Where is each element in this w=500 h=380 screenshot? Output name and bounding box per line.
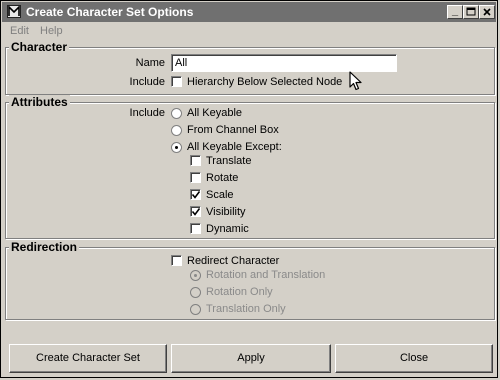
minimize-icon: _ xyxy=(451,5,459,17)
hierarchy-label: Hierarchy Below Selected Node xyxy=(187,76,343,88)
visibility-checkbox[interactable] xyxy=(190,206,201,217)
radio-from-channel-box[interactable] xyxy=(171,125,182,136)
radio-all-keyable-except[interactable] xyxy=(171,142,182,153)
close-icon xyxy=(483,8,491,16)
title-bar[interactable]: Create Character Set Options _ xyxy=(2,2,496,22)
close-button[interactable]: Close xyxy=(335,344,493,373)
dialog-window: Create Character Set Options _ Edit Help… xyxy=(0,0,498,378)
translate-checkbox[interactable] xyxy=(190,155,201,166)
visibility-label: Visibility xyxy=(206,206,246,218)
attributes-group xyxy=(5,102,495,239)
radio-rotation-and-translation[interactable] xyxy=(190,270,201,281)
radio-selected-dot xyxy=(175,146,178,149)
menu-help[interactable]: Help xyxy=(40,25,63,37)
character-heading: Character xyxy=(9,40,70,54)
mouse-cursor-icon xyxy=(349,71,362,91)
name-label: Name xyxy=(135,57,165,69)
scale-label: Scale xyxy=(206,189,234,201)
check-icon xyxy=(192,191,200,199)
menu-edit[interactable]: Edit xyxy=(10,25,29,37)
redirection-heading: Redirection xyxy=(9,240,80,254)
radio-all-keyable[interactable] xyxy=(171,108,182,119)
rotation-only-label: Rotation Only xyxy=(206,286,273,298)
maximize-button[interactable] xyxy=(463,5,479,19)
maximize-icon xyxy=(466,7,476,16)
radio-selected-dot xyxy=(194,274,197,277)
rotation-and-translation-label: Rotation and Translation xyxy=(206,269,326,281)
radio-rotation-only[interactable] xyxy=(190,287,201,298)
dynamic-checkbox[interactable] xyxy=(190,223,201,234)
redirect-character-label: Redirect Character xyxy=(187,255,280,267)
radio-translation-only[interactable] xyxy=(190,304,201,315)
maya-app-icon xyxy=(7,5,21,18)
option-from-channel-box-label: From Channel Box xyxy=(187,124,279,136)
attributes-include-label: Include xyxy=(129,107,165,119)
check-icon xyxy=(192,208,200,216)
redirect-character-checkbox[interactable] xyxy=(171,255,182,266)
close-window-button[interactable] xyxy=(479,5,495,19)
hierarchy-checkbox[interactable] xyxy=(171,76,182,87)
attributes-heading: Attributes xyxy=(9,95,70,109)
option-all-keyable-except-label: All Keyable Except: xyxy=(187,141,282,153)
include-label: Include xyxy=(129,76,165,88)
name-input[interactable] xyxy=(171,54,397,72)
minimize-button[interactable]: _ xyxy=(447,5,463,19)
menu-bar: Edit Help xyxy=(2,23,496,40)
apply-button[interactable]: Apply xyxy=(171,344,331,373)
dynamic-label: Dynamic xyxy=(206,223,249,235)
create-character-set-button[interactable]: Create Character Set xyxy=(9,344,167,373)
scale-checkbox[interactable] xyxy=(190,189,201,200)
translate-label: Translate xyxy=(206,155,252,167)
window-title: Create Character Set Options xyxy=(26,5,194,19)
translation-only-label: Translation Only xyxy=(206,303,286,315)
option-all-keyable-label: All Keyable xyxy=(187,107,243,119)
rotate-label: Rotate xyxy=(206,172,239,184)
rotate-checkbox[interactable] xyxy=(190,172,201,183)
